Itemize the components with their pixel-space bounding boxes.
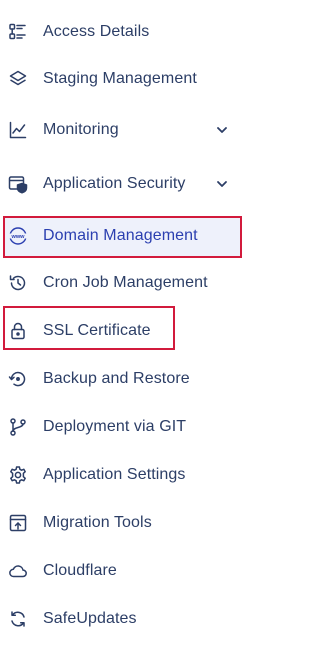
sidebar-item-label: SSL Certificate [43,322,151,339]
lock-icon [8,321,28,341]
cloud-icon [8,561,28,581]
sidebar-item-staging-management[interactable]: Staging Management [0,59,250,99]
sidebar-item-label: Monitoring [43,121,119,138]
app-security-icon [8,174,28,194]
sidebar-item-label: Application Security [43,175,186,192]
sidebar-item-label: Access Details [43,23,150,40]
sidebar-item-migration-tools[interactable]: Migration Tools [0,503,250,543]
sidebar-item-label: SafeUpdates [43,610,137,627]
sidebar-item-label: Migration Tools [43,514,152,531]
git-branch-icon [8,417,28,437]
staging-layers-icon [8,69,28,89]
sidebar-item-label: Deployment via GIT [43,418,187,435]
chevron-down-icon[interactable] [215,123,229,137]
sidebar-item-cron-job-management[interactable]: Cron Job Management [0,263,250,303]
history-clock-icon [8,273,28,293]
gear-icon [8,465,28,485]
migration-icon [8,513,28,533]
backup-restore-icon [8,369,28,389]
sidebar-item-backup-and-restore[interactable]: Backup and Restore [0,359,250,399]
sidebar-item-label: Staging Management [43,70,197,87]
chevron-down-icon[interactable] [215,177,229,191]
sidebar-item-label: Cron Job Management [43,274,208,291]
sidebar-item-safeupdates[interactable]: SafeUpdates [0,599,250,639]
sidebar-item-label: Application Settings [43,466,186,483]
sidebar-item-monitoring[interactable]: Monitoring [0,110,250,150]
www-globe-icon: www [8,226,28,246]
svg-text:www: www [10,234,25,240]
access-details-icon [8,22,28,42]
monitoring-chart-icon [8,120,28,140]
sidebar-item-application-settings[interactable]: Application Settings [0,455,250,495]
sidebar-item-label: Cloudflare [43,562,117,579]
sidebar-nav: Access Details Staging Management Monito… [0,0,250,651]
sidebar-item-application-security[interactable]: Application Security [0,164,250,204]
sidebar-item-access-details[interactable]: Access Details [0,12,250,52]
sidebar-item-domain-management[interactable]: www Domain Management [4,216,242,256]
sidebar-item-ssl-certificate[interactable]: SSL Certificate [0,311,250,351]
refresh-icon [8,609,28,629]
sidebar-item-deployment-via-git[interactable]: Deployment via GIT [0,407,250,447]
sidebar-item-label: Domain Management [43,227,198,244]
sidebar-item-cloudflare[interactable]: Cloudflare [0,551,250,591]
sidebar-item-label: Backup and Restore [43,370,190,387]
